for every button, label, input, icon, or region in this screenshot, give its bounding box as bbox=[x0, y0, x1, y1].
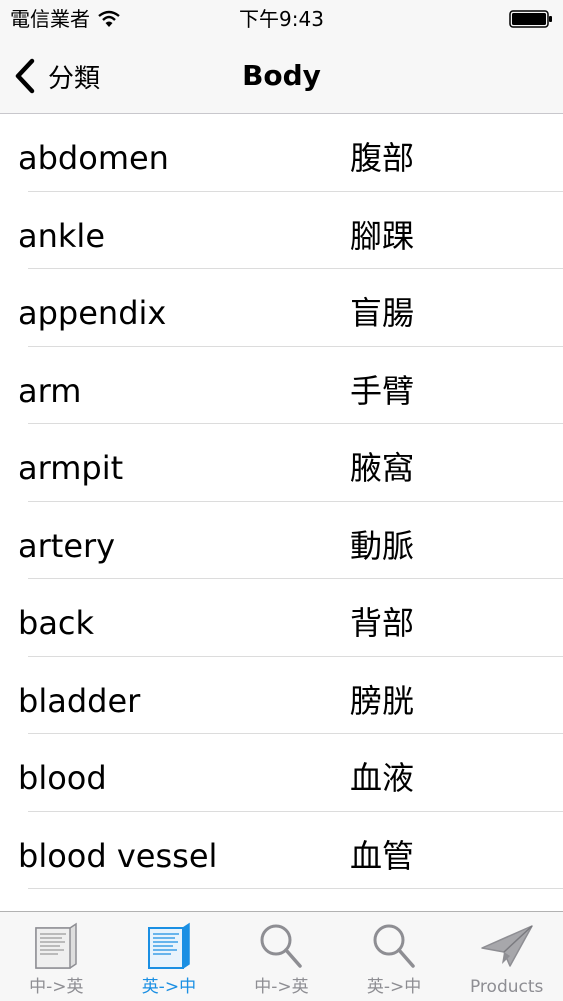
book-icon bbox=[147, 922, 190, 969]
english-word: blood vessel bbox=[18, 836, 218, 875]
list-item[interactable]: blood 血液 bbox=[0, 734, 563, 812]
tab-label: Products bbox=[469, 977, 544, 997]
english-word: ankle bbox=[18, 216, 105, 255]
english-word: blood bbox=[18, 759, 107, 797]
chinese-translation: 盲腸 bbox=[350, 294, 415, 332]
english-word: arm bbox=[18, 371, 82, 410]
chinese-translation: 腋窩 bbox=[350, 449, 415, 487]
page-title: Body bbox=[242, 59, 321, 92]
list-item[interactable]: bladder 膀胱 bbox=[0, 657, 563, 735]
tab-label: 英->中 bbox=[141, 977, 197, 997]
book-icon bbox=[35, 922, 78, 969]
paper-plane-icon bbox=[480, 925, 533, 967]
navigation-bar: 分類 Body bbox=[0, 38, 563, 114]
chinese-translation: 膀胱 bbox=[350, 681, 415, 720]
english-word: abdomen bbox=[18, 139, 169, 177]
tab-en-to-zh-dictionary[interactable]: 英->中 bbox=[113, 912, 226, 1001]
tab-bar: 中->英 英->中 中->英 英->中 Products bbox=[0, 911, 563, 1001]
list-item[interactable]: appendix 盲腸 bbox=[0, 269, 563, 347]
battery-icon bbox=[509, 10, 552, 28]
tab-label: 英->中 bbox=[366, 977, 422, 997]
english-word: bladder bbox=[18, 681, 141, 720]
list-item[interactable]: arm 手臂 bbox=[0, 347, 563, 425]
status-bar: 電信業者 下午9:43 bbox=[0, 0, 563, 38]
chinese-translation: 腳踝 bbox=[350, 216, 415, 255]
search-icon bbox=[373, 924, 415, 968]
english-word: armpit bbox=[18, 449, 124, 487]
tab-en-to-zh-search[interactable]: 英->中 bbox=[338, 912, 451, 1001]
status-clock: 下午9:43 bbox=[239, 7, 324, 31]
english-word: artery bbox=[18, 526, 116, 565]
list-item[interactable]: back 背部 bbox=[0, 579, 563, 657]
list-item[interactable]: ankle 腳踝 bbox=[0, 192, 563, 270]
chinese-translation: 動脈 bbox=[350, 526, 415, 565]
list-item[interactable]: blood vessel 血管 bbox=[0, 812, 563, 890]
tab-zh-to-en-search[interactable]: 中->英 bbox=[225, 912, 338, 1001]
chinese-translation: 腹部 bbox=[350, 139, 415, 177]
tab-products[interactable]: Products bbox=[450, 912, 563, 1001]
english-word: back bbox=[18, 604, 95, 642]
word-list[interactable]: abdomen 腹部 ankle 腳踝 appendix 盲腸 arm 手臂 a… bbox=[0, 114, 563, 911]
chinese-translation: 血管 bbox=[350, 836, 415, 875]
list-item[interactable]: artery 動脈 bbox=[0, 502, 563, 580]
search-icon bbox=[260, 924, 303, 968]
english-word: appendix bbox=[18, 294, 167, 332]
chinese-translation: 背部 bbox=[350, 604, 415, 642]
chinese-translation: 血液 bbox=[350, 759, 415, 797]
tab-label: 中->英 bbox=[29, 977, 84, 997]
tab-label: 中->英 bbox=[254, 977, 309, 997]
list-item[interactable]: abdomen 腹部 bbox=[0, 114, 563, 192]
chinese-translation: 手臂 bbox=[350, 371, 415, 410]
list-item[interactable]: armpit 腋窩 bbox=[0, 424, 563, 502]
tab-zh-to-en-dictionary[interactable]: 中->英 bbox=[0, 912, 113, 1001]
